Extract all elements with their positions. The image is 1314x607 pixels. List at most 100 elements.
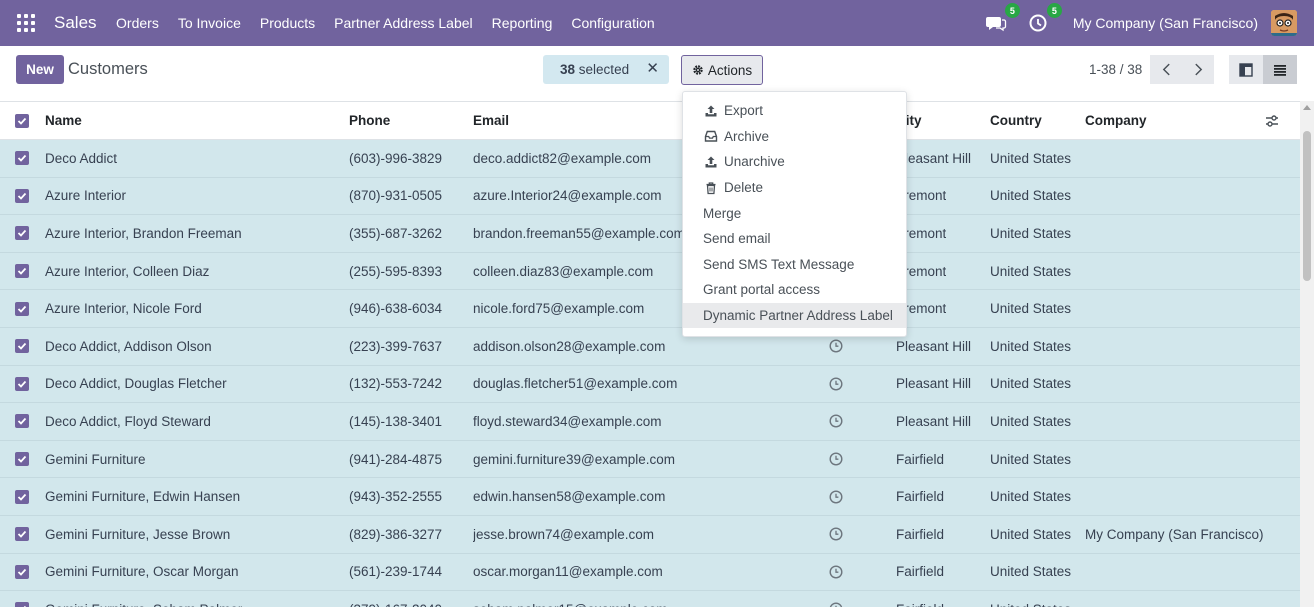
menu-item-partner-address-label[interactable]: Partner Address Label	[325, 15, 483, 31]
table-row[interactable]: Deco Addict, Floyd Steward (145)-138-3401…	[0, 403, 1300, 441]
customer-phone[interactable]: (946)-638-6034	[349, 290, 442, 327]
column-header-phone[interactable]: Phone	[349, 102, 390, 139]
vertical-scrollbar[interactable]	[1300, 101, 1314, 607]
actions-menu-item-archive[interactable]: Archive	[683, 124, 906, 150]
customer-name[interactable]: Gemini Furniture	[45, 441, 146, 478]
list-view-button[interactable]	[1263, 55, 1297, 84]
customer-country[interactable]: United States	[990, 478, 1071, 515]
activities-button[interactable]: 5	[1027, 3, 1062, 34]
activity-clock-icon[interactable]	[829, 527, 843, 541]
row-checkbox[interactable]	[15, 602, 29, 607]
customer-city[interactable]: Pleasant Hill	[896, 328, 971, 365]
customer-phone[interactable]: (145)-138-3401	[349, 403, 442, 440]
menu-item-configuration[interactable]: Configuration	[562, 15, 664, 31]
customer-email[interactable]: azure.Interior24@example.com	[473, 178, 685, 215]
customer-phone[interactable]: (223)-399-7637	[349, 328, 442, 365]
column-header-country[interactable]: Country	[990, 102, 1042, 139]
customer-phone[interactable]: (829)-386-3277	[349, 516, 442, 553]
row-checkbox[interactable]	[15, 376, 29, 391]
activity-clock-icon[interactable]	[829, 414, 843, 428]
column-options-icon[interactable]	[1264, 113, 1280, 129]
customer-name[interactable]: Gemini Furniture, Edwin Hansen	[45, 478, 240, 515]
customer-name[interactable]: Gemini Furniture, Soham Palmer	[45, 591, 242, 607]
customer-phone[interactable]: (870)-931-0505	[349, 178, 442, 215]
actions-menu-item-send-sms-text-message[interactable]: Send SMS Text Message	[683, 252, 906, 278]
menu-item-to-invoice[interactable]: To Invoice	[168, 15, 250, 31]
select-all-checkbox[interactable]	[15, 113, 29, 128]
customer-email[interactable]: gemini.furniture39@example.com	[473, 441, 685, 478]
customer-country[interactable]: United States	[990, 441, 1071, 478]
pager-next-button[interactable]	[1182, 55, 1214, 84]
row-checkbox[interactable]	[15, 188, 29, 203]
actions-menu-item-dynamic-partner-address-label[interactable]: Dynamic Partner Address Label	[683, 302, 906, 329]
customer-phone[interactable]: (255)-595-8393	[349, 253, 442, 290]
customer-name[interactable]: Azure Interior, Nicole Ford	[45, 290, 202, 327]
activity-clock-icon[interactable]	[829, 452, 843, 466]
customer-phone[interactable]: (379)-167-2040	[349, 591, 442, 607]
row-checkbox[interactable]	[15, 527, 29, 542]
row-checkbox[interactable]	[15, 564, 29, 579]
row-checkbox[interactable]	[15, 339, 29, 354]
customer-city[interactable]: Fairfield	[896, 591, 944, 607]
customer-email[interactable]: oscar.morgan11@example.com	[473, 554, 685, 591]
customer-email[interactable]: jesse.brown74@example.com	[473, 516, 685, 553]
customer-city[interactable]: Pleasant Hill	[896, 403, 971, 440]
customer-name[interactable]: Deco Addict	[45, 140, 117, 177]
customer-city[interactable]: Fairfield	[896, 478, 944, 515]
customer-email[interactable]: brandon.freeman55@example.com	[473, 215, 685, 252]
scrollbar-thumb[interactable]	[1303, 131, 1311, 281]
table-row[interactable]: Azure Interior, Nicole Ford (946)-638-603…	[0, 290, 1300, 328]
customer-country[interactable]: United States	[990, 215, 1071, 252]
customer-name[interactable]: Deco Addict, Douglas Fletcher	[45, 366, 227, 403]
customer-city[interactable]: Pleasant Hill	[896, 140, 971, 177]
row-checkbox[interactable]	[15, 489, 29, 504]
customer-name[interactable]: Gemini Furniture, Oscar Morgan	[45, 554, 239, 591]
customer-email[interactable]: douglas.fletcher51@example.com	[473, 366, 685, 403]
customer-city[interactable]: Fairfield	[896, 441, 944, 478]
page-title[interactable]: Customers	[68, 60, 148, 79]
customer-name[interactable]: Azure Interior, Brandon Freeman	[45, 215, 242, 252]
table-row[interactable]: Gemini Furniture (941)-284-4875 gemini.fur…	[0, 440, 1300, 479]
table-row[interactable]: Gemini Furniture, Edwin Hansen (943)-352-…	[0, 478, 1300, 516]
customer-name[interactable]: Deco Addict, Addison Olson	[45, 328, 212, 365]
clear-selection-icon[interactable]: ✕	[646, 59, 659, 77]
scroll-up-arrow-icon[interactable]	[1303, 105, 1311, 110]
customer-phone[interactable]: (355)-687-3262	[349, 215, 442, 252]
customer-name[interactable]: Gemini Furniture, Jesse Brown	[45, 516, 230, 553]
row-checkbox[interactable]	[15, 264, 29, 279]
messages-button[interactable]: 5	[985, 3, 1020, 34]
new-button[interactable]: New	[16, 55, 64, 84]
actions-menu-item-send-email[interactable]: Send email	[683, 226, 906, 252]
user-avatar[interactable]	[1271, 10, 1297, 36]
row-checkbox[interactable]	[15, 452, 29, 467]
actions-menu-item-delete[interactable]: Delete	[683, 175, 906, 201]
customer-country[interactable]: United States	[990, 290, 1071, 327]
apps-grid-icon[interactable]	[17, 14, 35, 32]
activity-clock-icon[interactable]	[829, 339, 843, 353]
row-checkbox[interactable]	[15, 414, 29, 429]
customer-email[interactable]: edwin.hansen58@example.com	[473, 478, 685, 515]
table-row[interactable]: Gemini Furniture, Oscar Morgan (561)-239-…	[0, 553, 1300, 592]
activity-clock-icon[interactable]	[829, 602, 843, 607]
activity-clock-icon[interactable]	[829, 565, 843, 579]
customer-country[interactable]: United States	[990, 328, 1071, 365]
customer-country[interactable]: United States	[990, 140, 1071, 177]
customer-phone[interactable]: (132)-553-7242	[349, 366, 442, 403]
customer-country[interactable]: United States	[990, 516, 1071, 553]
customer-email[interactable]: nicole.ford75@example.com	[473, 290, 685, 327]
row-checkbox[interactable]	[15, 301, 29, 316]
customer-email[interactable]: deco.addict82@example.com	[473, 140, 685, 177]
customer-phone[interactable]: (943)-352-2555	[349, 478, 442, 515]
customer-country[interactable]: United States	[990, 178, 1071, 215]
actions-menu-item-unarchive[interactable]: Unarchive	[683, 149, 906, 175]
table-row[interactable]: Azure Interior (870)-931-0505 azure.Interi…	[0, 177, 1300, 216]
customer-email[interactable]: addison.olson28@example.com	[473, 328, 685, 365]
actions-menu-item-merge[interactable]: Merge	[683, 200, 906, 226]
menu-item-orders[interactable]: Orders	[107, 15, 169, 31]
customer-city[interactable]: Pleasant Hill	[896, 366, 971, 403]
customer-city[interactable]: Fairfield	[896, 516, 944, 553]
customer-name[interactable]: Azure Interior, Colleen Diaz	[45, 253, 209, 290]
customer-country[interactable]: United States	[990, 403, 1071, 440]
app-name[interactable]: Sales	[54, 13, 97, 33]
table-row[interactable]: Deco Addict, Douglas Fletcher (132)-553-7…	[0, 365, 1300, 404]
